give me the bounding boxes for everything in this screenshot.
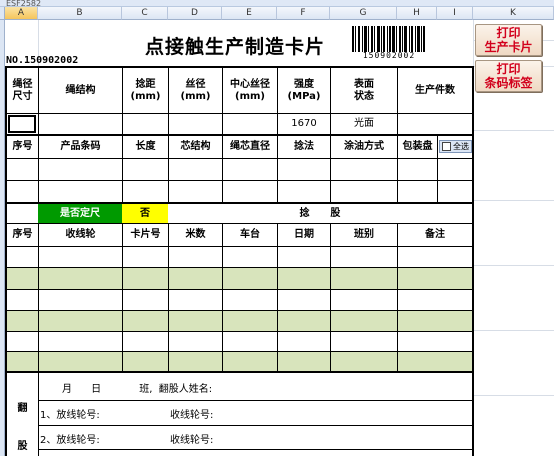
header-strength: 强度 (MPa) [287,79,321,102]
table-border [5,180,474,181]
column-header-h[interactable]: H [397,7,437,20]
surface-value[interactable]: 光面 [331,114,397,134]
table-border [472,66,474,456]
header-rope-structure: 绳结构 [65,84,96,96]
active-cell[interactable] [8,115,36,133]
barcode-image [352,26,425,52]
rewind-side-label-1: 翻 [17,403,28,415]
rewind-operator-line: 月 日 班, 翻股人姓名: [62,384,213,395]
column-header-c[interactable]: C [122,7,168,20]
header-packaging: 包装盘 [402,141,433,153]
twisting-section-title: 捻 股 [299,207,341,219]
header-wire-diameter: 丝径 (mm) [180,79,211,102]
column-header-d[interactable]: D [168,7,222,20]
print-card-button[interactable]: 打印 生产卡片 [475,24,542,56]
table-border [5,158,474,159]
table-border [5,289,474,290]
twist-header-meters: 米数 [185,229,206,241]
gridline [473,130,554,131]
gridline [473,200,554,201]
header-lay-length: 捻距 (mm) [130,79,161,102]
card-number: NO.150902002 [6,55,79,66]
header-rope-diameter: 绳径 尺寸 [12,79,33,102]
table-border [5,66,7,456]
strength-value[interactable]: 1670 [278,114,330,134]
table-border [5,331,474,332]
column-header-b[interactable]: B [38,7,122,20]
rewind-payoff-1-label: 1、放线轮号: [40,410,100,421]
table-border [5,267,474,268]
table-border [5,371,474,373]
fixed-length-label: 是否定尺 [38,204,122,223]
column-header-k[interactable]: K [473,7,554,20]
gridline [473,265,554,266]
column-header-f[interactable]: F [277,7,330,20]
card-title: 点接触生产制造卡片 [144,36,325,58]
column-header-i[interactable]: I [437,7,473,20]
table-border [5,351,474,352]
table-border [38,449,474,450]
table-border [5,246,474,247]
header-surface: 表面 状态 [354,79,374,102]
twist-header-take-up-reel: 收线轮 [65,229,96,241]
select-all-checkbox[interactable]: 全选 [439,140,472,153]
rewind-side-label-2: 股 [17,441,28,453]
header-core-structure: 芯结构 [180,141,211,153]
twist-header-card-no: 卡片号 [130,229,161,241]
twist-header-seq: 序号 [12,229,33,241]
twist-header-machine: 车台 [240,229,260,241]
gridline [473,395,554,396]
table-border [5,113,474,114]
header-lay-method: 捻法 [294,141,314,153]
table-border [5,310,474,311]
rewind-takeup-2-label: 收线轮号: [170,435,214,446]
rewind-payoff-2-label: 2、放线轮号: [40,435,100,446]
column-header-g[interactable]: G [330,7,397,20]
table-border [38,425,474,426]
gridline [473,330,554,331]
twist-header-date: 日期 [294,229,314,241]
column-header-e[interactable]: E [222,7,277,20]
table-border [38,400,474,401]
header-center-wire: 中心丝径 (mm) [230,79,270,102]
table-border [437,136,438,202]
header-length: 长度 [135,141,156,153]
header-core-diameter: 绳芯直径 [230,141,270,153]
name-box[interactable]: _ESF2582 [0,0,554,7]
twist-header-remarks: 备注 [425,229,445,241]
print-label-button[interactable]: 打印 条码标签 [475,60,542,92]
header-oiling: 涂油方式 [344,141,384,153]
column-header-a[interactable]: A [5,7,38,20]
table-row[interactable] [7,352,472,371]
header-seq: 序号 [12,141,33,153]
table-row[interactable] [7,311,472,331]
checkbox-icon [442,142,451,151]
twist-header-shift: 班别 [354,229,374,241]
select-all-label: 全选 [453,142,469,151]
fixed-length-value[interactable]: 否 [122,204,168,223]
table-row[interactable] [7,268,472,289]
header-product-barcode: 产品条码 [60,141,101,153]
barcode-text: 150902002 [362,51,416,60]
table-border [38,371,39,456]
rewind-takeup-1-label: 收线轮号: [170,410,214,421]
header-qty: 生产件数 [415,84,455,96]
